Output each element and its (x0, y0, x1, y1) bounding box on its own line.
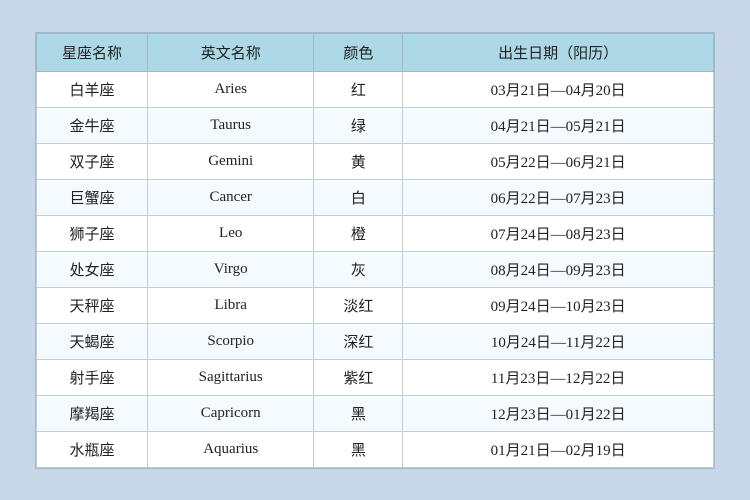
table-row: 处女座Virgo灰08月24日—09月23日 (37, 251, 714, 287)
cell-color: 红 (314, 71, 403, 107)
cell-english: Gemini (147, 143, 313, 179)
cell-chinese: 白羊座 (37, 71, 148, 107)
cell-color: 橙 (314, 215, 403, 251)
cell-english: Libra (147, 287, 313, 323)
header-color: 颜色 (314, 33, 403, 71)
cell-color: 灰 (314, 251, 403, 287)
cell-english: Capricorn (147, 395, 313, 431)
cell-color: 白 (314, 179, 403, 215)
cell-english: Scorpio (147, 323, 313, 359)
cell-english: Virgo (147, 251, 313, 287)
table-row: 摩羯座Capricorn黑12月23日—01月22日 (37, 395, 714, 431)
table-row: 水瓶座Aquarius黑01月21日—02月19日 (37, 431, 714, 467)
cell-chinese: 射手座 (37, 359, 148, 395)
cell-chinese: 天蝎座 (37, 323, 148, 359)
header-date: 出生日期（阳历） (403, 33, 714, 71)
cell-english: Aries (147, 71, 313, 107)
table-row: 巨蟹座Cancer白06月22日—07月23日 (37, 179, 714, 215)
cell-date: 09月24日—10月23日 (403, 287, 714, 323)
zodiac-table: 星座名称 英文名称 颜色 出生日期（阳历） 白羊座Aries红03月21日—04… (36, 33, 714, 468)
table-body: 白羊座Aries红03月21日—04月20日金牛座Taurus绿04月21日—0… (37, 71, 714, 467)
cell-chinese: 巨蟹座 (37, 179, 148, 215)
cell-chinese: 水瓶座 (37, 431, 148, 467)
cell-date: 04月21日—05月21日 (403, 107, 714, 143)
cell-date: 05月22日—06月21日 (403, 143, 714, 179)
cell-color: 绿 (314, 107, 403, 143)
cell-chinese: 处女座 (37, 251, 148, 287)
cell-color: 黑 (314, 431, 403, 467)
cell-english: Cancer (147, 179, 313, 215)
cell-date: 03月21日—04月20日 (403, 71, 714, 107)
cell-chinese: 摩羯座 (37, 395, 148, 431)
cell-color: 深红 (314, 323, 403, 359)
cell-english: Aquarius (147, 431, 313, 467)
cell-chinese: 双子座 (37, 143, 148, 179)
table-row: 金牛座Taurus绿04月21日—05月21日 (37, 107, 714, 143)
cell-date: 11月23日—12月22日 (403, 359, 714, 395)
cell-date: 10月24日—11月22日 (403, 323, 714, 359)
cell-english: Leo (147, 215, 313, 251)
cell-date: 08月24日—09月23日 (403, 251, 714, 287)
cell-color: 黄 (314, 143, 403, 179)
cell-date: 06月22日—07月23日 (403, 179, 714, 215)
table-row: 双子座Gemini黄05月22日—06月21日 (37, 143, 714, 179)
cell-english: Taurus (147, 107, 313, 143)
cell-chinese: 金牛座 (37, 107, 148, 143)
cell-date: 07月24日—08月23日 (403, 215, 714, 251)
cell-chinese: 天秤座 (37, 287, 148, 323)
cell-chinese: 狮子座 (37, 215, 148, 251)
cell-date: 01月21日—02月19日 (403, 431, 714, 467)
zodiac-table-container: 星座名称 英文名称 颜色 出生日期（阳历） 白羊座Aries红03月21日—04… (35, 32, 715, 469)
header-chinese: 星座名称 (37, 33, 148, 71)
cell-color: 紫红 (314, 359, 403, 395)
table-row: 天蝎座Scorpio深红10月24日—11月22日 (37, 323, 714, 359)
cell-color: 淡红 (314, 287, 403, 323)
cell-date: 12月23日—01月22日 (403, 395, 714, 431)
table-row: 白羊座Aries红03月21日—04月20日 (37, 71, 714, 107)
header-english: 英文名称 (147, 33, 313, 71)
table-row: 狮子座Leo橙07月24日—08月23日 (37, 215, 714, 251)
table-row: 射手座Sagittarius紫红11月23日—12月22日 (37, 359, 714, 395)
table-row: 天秤座Libra淡红09月24日—10月23日 (37, 287, 714, 323)
cell-english: Sagittarius (147, 359, 313, 395)
table-header-row: 星座名称 英文名称 颜色 出生日期（阳历） (37, 33, 714, 71)
cell-color: 黑 (314, 395, 403, 431)
